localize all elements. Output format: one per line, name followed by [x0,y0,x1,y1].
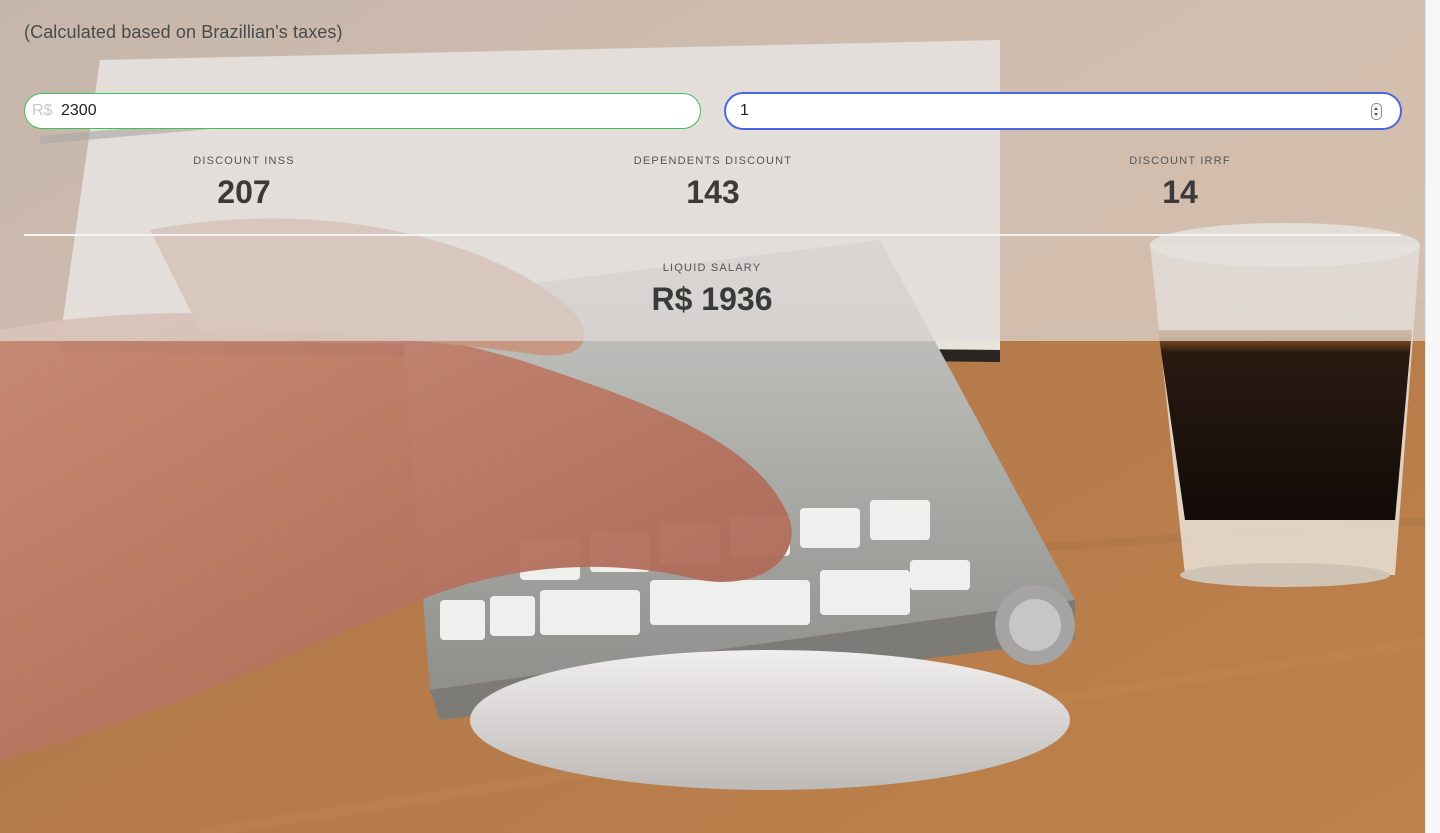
stepper-up-icon[interactable] [1374,107,1378,110]
number-stepper-icon[interactable] [1371,103,1382,120]
page-subtitle: (Calculated based on Brazillian's taxes) [24,22,343,42]
stat-discount-inss: DISCOUNT INSS 207 [94,155,394,211]
dependents-field[interactable] [725,93,1401,129]
stat-label: DISCOUNT INSS [193,155,295,167]
stat-label: DEPENDENTS DISCOUNT [633,155,793,167]
salary-input[interactable] [61,94,686,128]
stat-dependents-discount: DEPENDENTS DISCOUNT 143 [563,155,863,211]
stat-value: 143 [686,174,740,210]
page: (Calculated based on Brazillian's taxes)… [0,0,1440,833]
dependents-input[interactable] [740,94,1360,128]
stat-value: 14 [1162,174,1198,210]
stepper-down-icon[interactable] [1374,113,1378,116]
divider [24,234,1401,236]
stat-label: DISCOUNT IRRF [1129,155,1231,167]
salary-field[interactable]: R$ [24,93,701,129]
stat-value: 207 [217,174,271,210]
result-label: LIQUID SALARY [662,262,762,274]
result-value: R$ 1936 [651,281,773,317]
calculator-panel: (Calculated based on Brazillian's taxes)… [0,0,1425,341]
currency-prefix: R$ [32,102,53,119]
scrollbar[interactable] [1425,0,1440,833]
stat-discount-irrf: DISCOUNT IRRF 14 [1030,155,1330,211]
liquid-salary: LIQUID SALARY R$ 1936 [562,262,862,318]
